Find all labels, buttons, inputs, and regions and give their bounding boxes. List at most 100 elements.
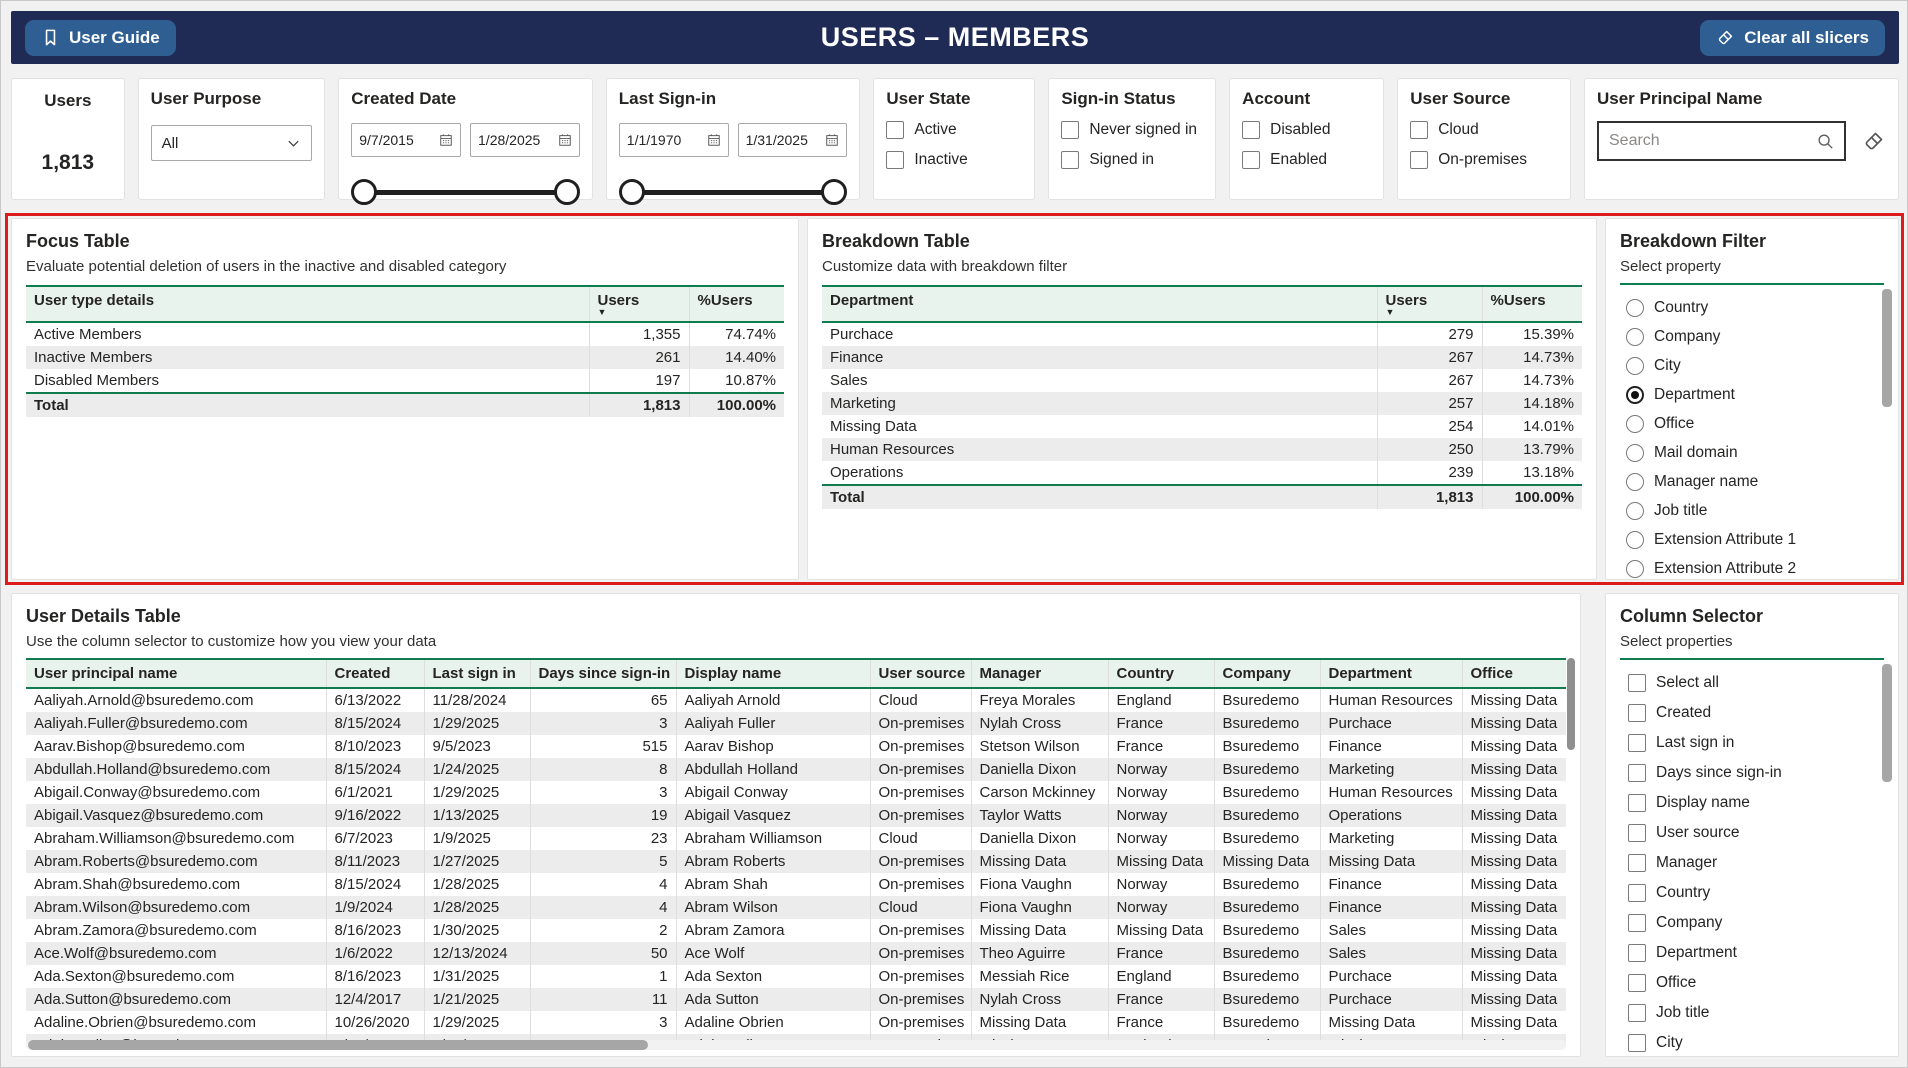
cell-manager: Carson Mckinney	[971, 781, 1108, 804]
radio-option-city[interactable]: City	[1620, 351, 1884, 380]
column-header-company[interactable]: Company	[1214, 659, 1320, 688]
table-row[interactable]: Abdullah.Holland@bsuredemo.com8/15/20241…	[26, 758, 1566, 781]
column-header-last-sign-in[interactable]: Last sign in	[424, 659, 530, 688]
checkbox-option-created[interactable]: Created	[1620, 698, 1884, 728]
checkbox-option-company[interactable]: Company	[1620, 908, 1884, 938]
table-row[interactable]: Ace.Wolf@bsuredemo.com1/6/202212/13/2024…	[26, 942, 1566, 965]
created-date-start-field[interactable]: 9/7/2015	[351, 123, 461, 157]
last-sign-in-end-field[interactable]: 1/31/2025	[738, 123, 848, 157]
horizontal-scrollbar[interactable]	[26, 1040, 1566, 1050]
table-row[interactable]: Finance26714.73%	[822, 346, 1582, 369]
column-header-label: Display name	[685, 665, 782, 682]
scrollbar-thumb[interactable]	[28, 1040, 648, 1050]
slider-handle-end[interactable]	[821, 179, 847, 205]
table-row[interactable]: Inactive Members26114.40%	[26, 346, 784, 369]
radio-option-office[interactable]: Office	[1620, 409, 1884, 438]
column-header-days-since-sign-in[interactable]: Days since sign-in	[530, 659, 676, 688]
checkbox-option-active[interactable]: Active	[886, 115, 1022, 145]
table-row[interactable]: Aarav.Bishop@bsuredemo.com8/10/20239/5/2…	[26, 735, 1566, 758]
column-header-manager[interactable]: Manager	[971, 659, 1108, 688]
slider-handle-end[interactable]	[554, 179, 580, 205]
checkbox-option-on-premises[interactable]: On-premises	[1410, 145, 1558, 175]
checkbox-option-job-title[interactable]: Job title	[1620, 998, 1884, 1028]
radio-option-extension-attribute-1[interactable]: Extension Attribute 1	[1620, 525, 1884, 554]
checkbox-option-signed-in[interactable]: Signed in	[1061, 145, 1203, 175]
column-header-users[interactable]: %Users	[1482, 286, 1582, 322]
table-row[interactable]: Aaliyah.Fuller@bsuredemo.com8/15/20241/2…	[26, 712, 1566, 735]
checkbox-option-manager[interactable]: Manager	[1620, 848, 1884, 878]
checkbox-option-never-signed-in[interactable]: Never signed in	[1061, 115, 1203, 145]
column-header-user-source[interactable]: User source	[870, 659, 971, 688]
checkbox-option-display-name[interactable]: Display name	[1620, 788, 1884, 818]
table-row[interactable]: Abram.Zamora@bsuredemo.com8/16/20231/30/…	[26, 919, 1566, 942]
scrollbar-thumb[interactable]	[1882, 289, 1892, 407]
column-header-users[interactable]: %Users	[689, 286, 784, 322]
checkbox-option-cloud[interactable]: Cloud	[1410, 115, 1558, 145]
column-header-users[interactable]: Users▼	[1377, 286, 1482, 322]
upn-search-box[interactable]	[1597, 121, 1846, 161]
cell-days-since-sign-in: 8	[530, 758, 676, 781]
column-header-user-principal-name[interactable]: User principal name	[26, 659, 326, 688]
checkbox-option-office[interactable]: Office	[1620, 968, 1884, 998]
table-row[interactable]: Abigail.Vasquez@bsuredemo.com9/16/20221/…	[26, 804, 1566, 827]
radio-option-company[interactable]: Company	[1620, 322, 1884, 351]
column-header-country[interactable]: Country	[1108, 659, 1214, 688]
table-row[interactable]: Ada.Sutton@bsuredemo.com12/4/20171/21/20…	[26, 988, 1566, 1011]
radio-option-job-title[interactable]: Job title	[1620, 496, 1884, 525]
checkbox-option-department[interactable]: Department	[1620, 938, 1884, 968]
checkbox-option-select-all[interactable]: Select all	[1620, 668, 1884, 698]
column-header-user-type-details[interactable]: User type details	[26, 286, 589, 322]
slider-handle-start[interactable]	[619, 179, 645, 205]
radio-option-department[interactable]: Department	[1620, 380, 1884, 409]
column-header-created[interactable]: Created	[326, 659, 424, 688]
table-row[interactable]: Abram.Roberts@bsuredemo.com8/11/20231/27…	[26, 850, 1566, 873]
table-row[interactable]: Human Resources25013.79%	[822, 438, 1582, 461]
table-row[interactable]: Adaline.Obrien@bsuredemo.com10/26/20201/…	[26, 1011, 1566, 1034]
table-row[interactable]: Purchace27915.39%	[822, 322, 1582, 346]
radio-option-extension-attribute-2[interactable]: Extension Attribute 2	[1620, 554, 1884, 583]
column-header-department[interactable]: Department	[822, 286, 1377, 322]
table-row[interactable]: Ada.Sexton@bsuredemo.com8/16/20231/31/20…	[26, 965, 1566, 988]
clear-search-eraser-icon[interactable]	[1862, 129, 1886, 153]
checkbox-option-enabled[interactable]: Enabled	[1242, 145, 1371, 175]
column-header-label: User type details	[34, 292, 154, 309]
checkbox-option-last-sign-in[interactable]: Last sign in	[1620, 728, 1884, 758]
table-row[interactable]: Sales26714.73%	[822, 369, 1582, 392]
column-header-office[interactable]: Office	[1462, 659, 1566, 688]
checkbox-option-inactive[interactable]: Inactive	[886, 145, 1022, 175]
column-header-users[interactable]: Users▼	[589, 286, 689, 322]
radio-option-country[interactable]: Country	[1620, 293, 1884, 322]
table-row[interactable]: Disabled Members19710.87%	[26, 369, 784, 393]
cell-department: Purchace	[822, 322, 1377, 346]
checkbox-option-disabled[interactable]: Disabled	[1242, 115, 1371, 145]
table-row[interactable]: Abram.Wilson@bsuredemo.com1/9/20241/28/2…	[26, 896, 1566, 919]
user-guide-button[interactable]: User Guide	[25, 20, 176, 56]
radio-option-manager-name[interactable]: Manager name	[1620, 467, 1884, 496]
table-row[interactable]: Aaliyah.Arnold@bsuredemo.com6/13/202211/…	[26, 688, 1566, 712]
table-row[interactable]: Abigail.Conway@bsuredemo.com6/1/20211/29…	[26, 781, 1566, 804]
table-row[interactable]: Operations23913.18%	[822, 461, 1582, 485]
table-row[interactable]: Active Members1,35574.74%	[26, 322, 784, 346]
last-sign-in-start-field[interactable]: 1/1/1970	[619, 123, 729, 157]
table-row[interactable]: Abram.Shah@bsuredemo.com8/15/20241/28/20…	[26, 873, 1566, 896]
checkbox-icon	[1628, 914, 1646, 932]
checkbox-option-user-source[interactable]: User source	[1620, 818, 1884, 848]
column-header-display-name[interactable]: Display name	[676, 659, 870, 688]
created-date-end-field[interactable]: 1/28/2025	[470, 123, 580, 157]
table-row[interactable]: Abraham.Williamson@bsuredemo.com6/7/2023…	[26, 827, 1566, 850]
scrollbar-thumb[interactable]	[1882, 664, 1892, 782]
checkbox-option-city[interactable]: City	[1620, 1028, 1884, 1058]
cell-country: Norway	[1108, 873, 1214, 896]
upn-search-input[interactable]	[1609, 132, 1816, 150]
checkbox-option-country[interactable]: Country	[1620, 878, 1884, 908]
user-purpose-dropdown[interactable]: All	[151, 125, 313, 161]
clear-all-slicers-button[interactable]: Clear all slicers	[1700, 20, 1885, 56]
table-row[interactable]: Missing Data25414.01%	[822, 415, 1582, 438]
table-row[interactable]: Marketing25714.18%	[822, 392, 1582, 415]
radio-option-mail-domain[interactable]: Mail domain	[1620, 438, 1884, 467]
radio-icon	[1626, 444, 1644, 462]
checkbox-option-days-since-sign-in[interactable]: Days since sign-in	[1620, 758, 1884, 788]
column-header-department[interactable]: Department	[1320, 659, 1462, 688]
slider-handle-start[interactable]	[351, 179, 377, 205]
scrollbar-thumb[interactable]	[1567, 658, 1575, 750]
